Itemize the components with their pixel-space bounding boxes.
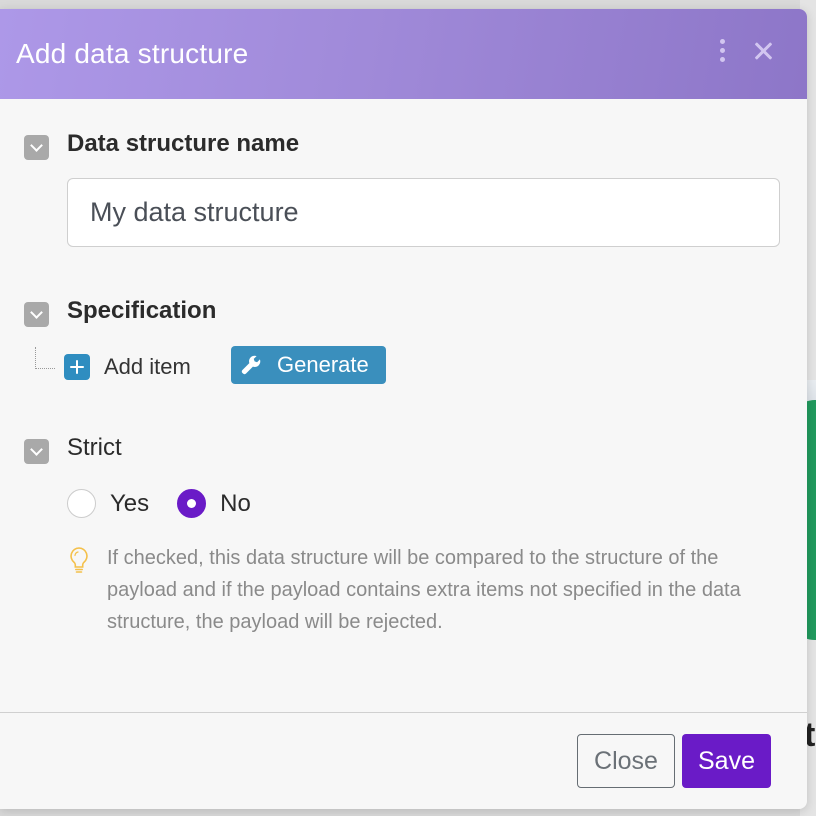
lightbulb-icon [70,547,88,573]
strict-radio-no[interactable]: No [177,489,251,518]
name-section-collapse-toggle[interactable] [24,135,49,160]
generate-button[interactable]: Generate [231,346,386,384]
add-item-button[interactable]: Add item [64,354,191,380]
add-item-label: Add item [104,354,191,379]
strict-radio-yes[interactable]: Yes [67,489,149,518]
close-icon[interactable] [753,41,773,61]
plus-icon [64,354,90,380]
kebab-vertical-icon[interactable] [720,39,725,62]
radio-checked-icon [177,489,207,518]
strict-hint: If checked, this data structure will be … [67,542,767,638]
save-button[interactable]: Save [682,734,771,788]
wrench-icon [241,355,261,375]
specification-section-label: Specification [67,297,217,324]
radio-no-label: No [220,489,251,517]
radio-unchecked-icon [67,489,96,518]
close-button[interactable]: Close [577,734,675,788]
strict-section-label: Strict [67,434,122,461]
data-structure-name-input[interactable] [67,178,780,247]
header-actions [720,39,773,62]
name-section-label: Data structure name [67,130,300,157]
strict-hint-text: If checked, this data structure will be … [107,547,741,633]
modal-title: Add data structure [16,38,249,69]
modal-header: Add data structure [0,9,807,99]
strict-section-collapse-toggle[interactable] [24,439,49,464]
add-data-structure-modal: Add data structure Data structure name S… [0,9,807,809]
tree-connector [35,347,55,369]
generate-label: Generate [277,352,369,377]
strict-radio-group: Yes No [67,489,279,518]
specification-section-collapse-toggle[interactable] [24,302,49,327]
footer-divider [0,712,807,713]
radio-yes-label: Yes [110,489,150,517]
